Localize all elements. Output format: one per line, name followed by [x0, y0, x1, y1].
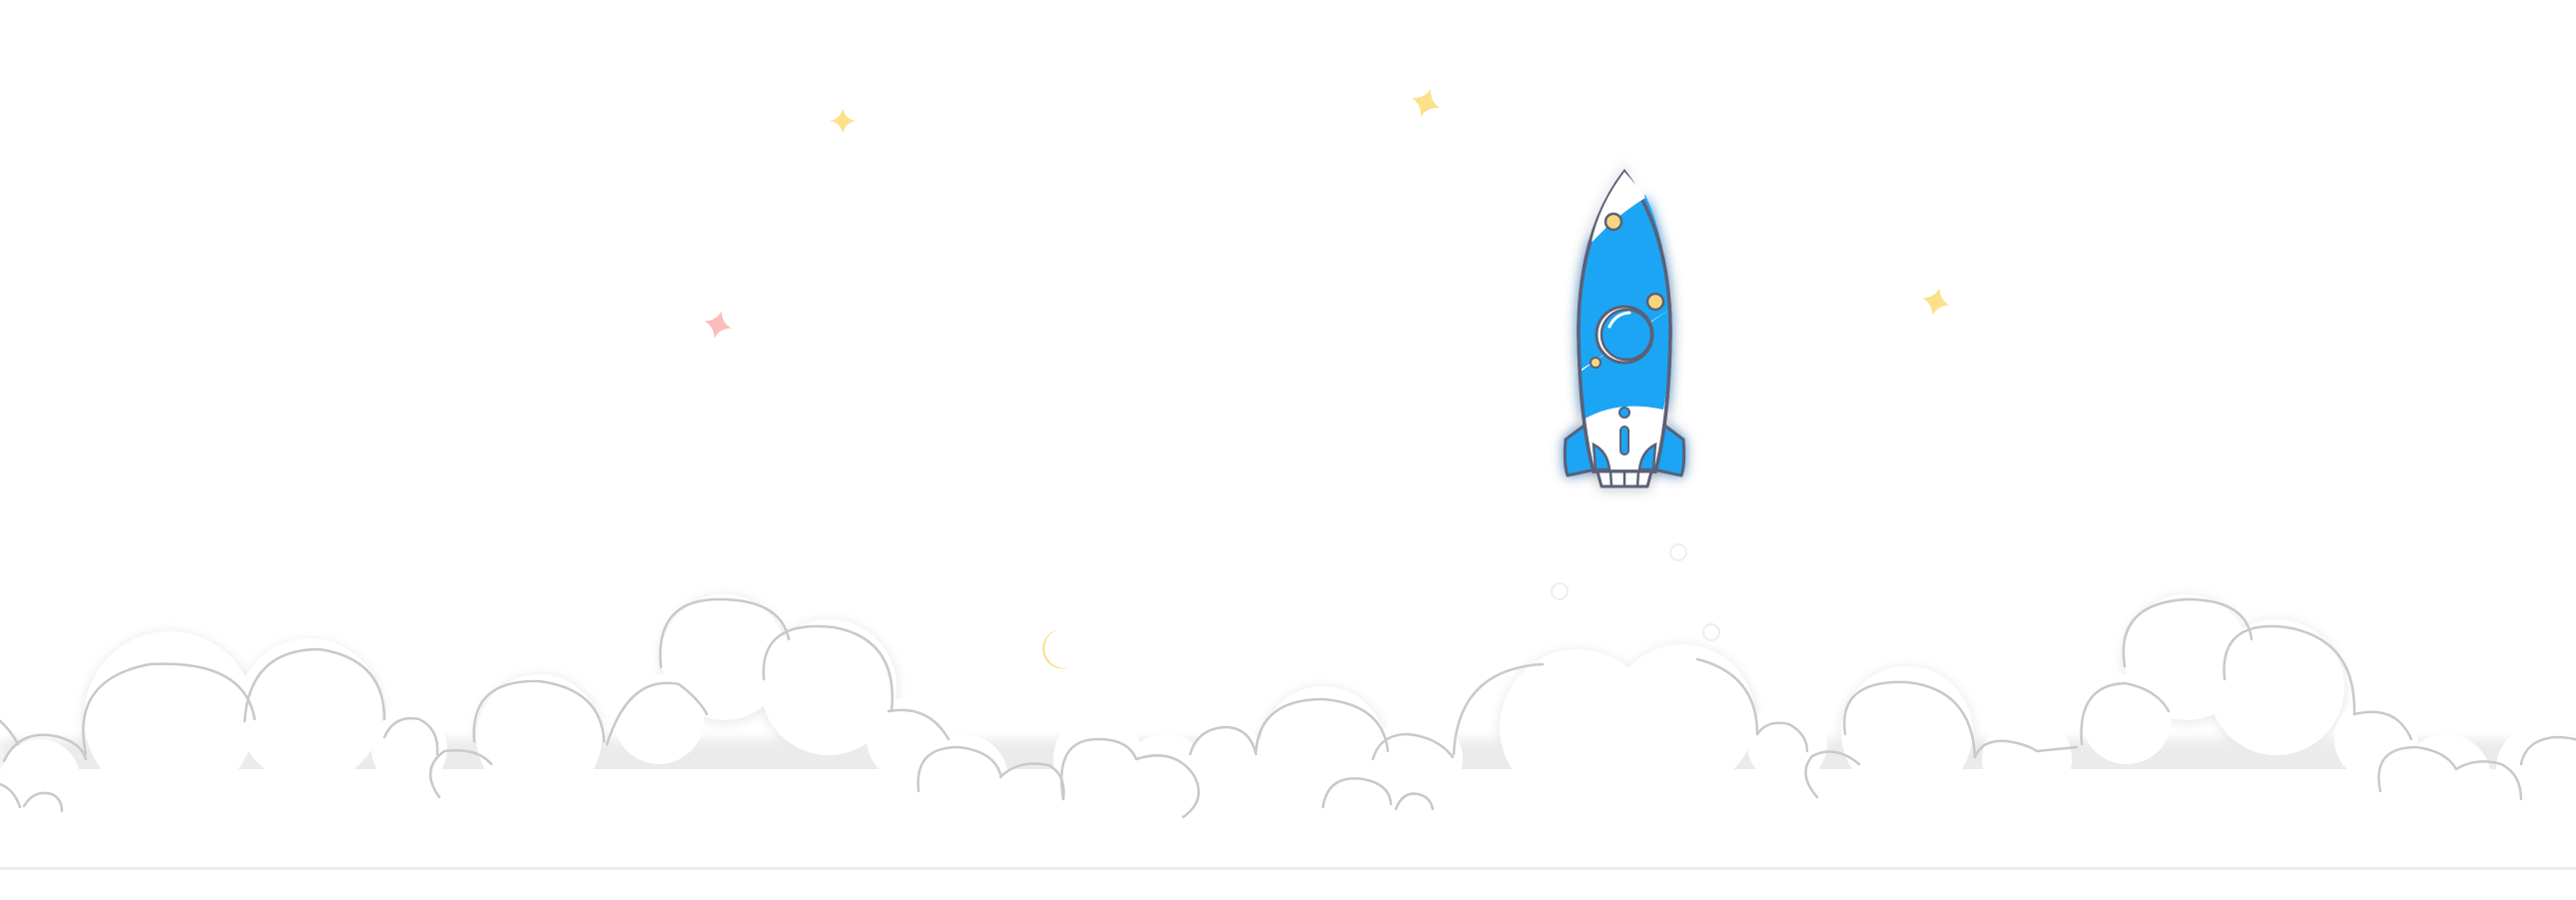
- illustration-canvas: [0, 88, 2576, 869]
- star-icon: [1411, 88, 1441, 118]
- rocket-launch-scene: [0, 0, 2576, 900]
- rocket-icon: [1563, 169, 1686, 488]
- moon-icon: [1775, 142, 1794, 162]
- moon-icon: [1915, 523, 1933, 542]
- star-icon: [1922, 288, 1950, 316]
- star-icon: [704, 311, 732, 339]
- moon-icon: [1042, 629, 1070, 669]
- star-icon: [830, 108, 856, 134]
- exhaust-smoke: [1548, 489, 1720, 659]
- bottom-divider: [0, 867, 2576, 900]
